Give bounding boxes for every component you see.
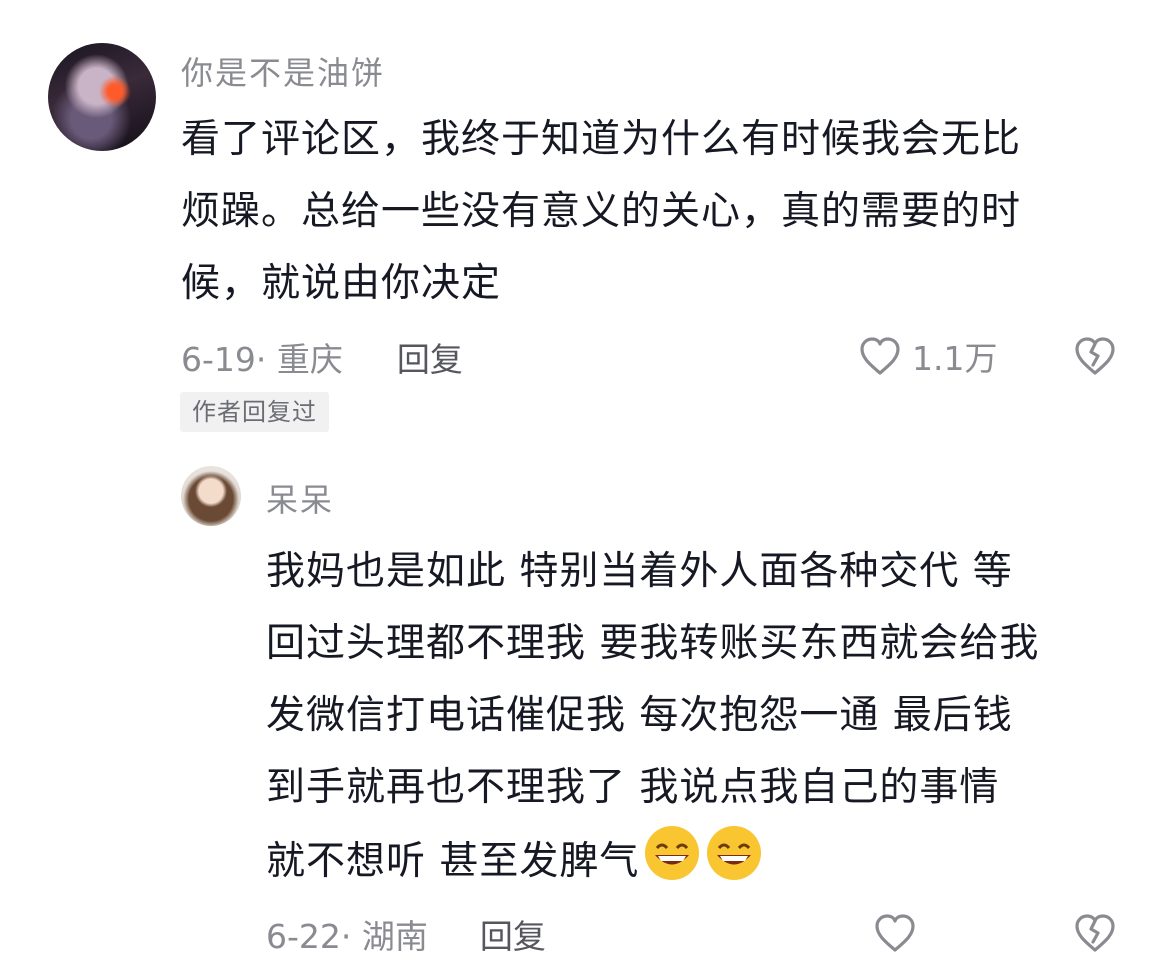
comment-text: 看了评论区，我终于知道为什么有时候我会无比 烦躁。总给一些没有意义的关心，真的需… — [181, 117, 1022, 306]
reply-username[interactable]: 呆呆 — [266, 475, 334, 521]
broken-heart-icon — [1072, 914, 1118, 958]
heart-icon — [858, 335, 902, 377]
grin-emoji-icon — [705, 824, 763, 906]
reply-reply-button[interactable]: 回复 — [480, 910, 546, 958]
reply-avatar[interactable] — [181, 466, 241, 526]
author-replied-tag: 作者回复过 — [180, 392, 329, 432]
comment-date-location: 6-19· 重庆 — [181, 340, 343, 379]
reply-date-location: 6-22· 湖南 — [266, 917, 428, 956]
heart-icon — [873, 914, 917, 958]
reply-button[interactable]: 回复 — [397, 333, 463, 381]
broken-heart-icon — [1072, 337, 1118, 381]
reply-like-button[interactable] — [873, 912, 917, 958]
avatar[interactable] — [48, 43, 156, 151]
grin-emoji-icon — [643, 824, 701, 906]
reply-dislike-button[interactable] — [1072, 912, 1118, 958]
like-button[interactable]: 1.1万 — [858, 333, 997, 379]
like-count: 1.1万 — [912, 339, 998, 378]
reply-text-block: 我妈也是如此 特别当着外人面各种交代 等 回过头理都不理我 要我转账买东西就会给… — [266, 536, 1039, 906]
comment-username[interactable]: 你是不是油饼 — [181, 48, 385, 94]
reply-meta: 6-22· 湖南 回复 — [266, 911, 546, 957]
comment-meta: 6-19· 重庆 回复 — [181, 334, 463, 380]
dislike-button[interactable] — [1072, 335, 1118, 381]
